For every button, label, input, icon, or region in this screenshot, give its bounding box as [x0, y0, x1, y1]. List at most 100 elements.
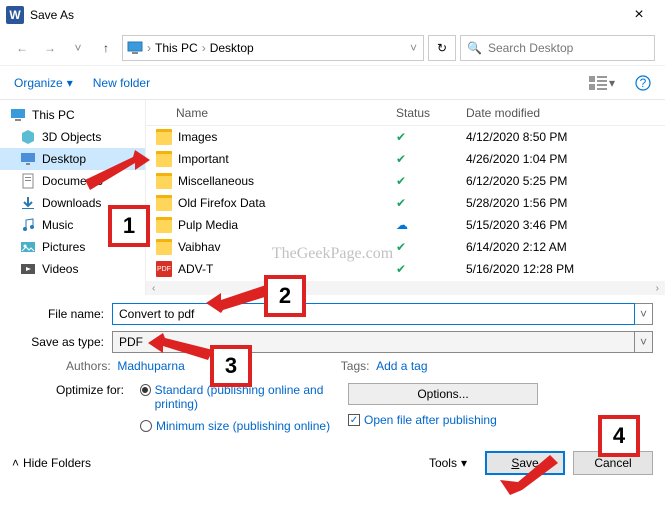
radio-standard-label: Standard (publishing online and printing… — [155, 383, 340, 411]
pc-icon — [10, 107, 26, 123]
chevron-right-icon: › — [145, 41, 153, 55]
chevron-right-icon: › — [200, 41, 208, 55]
folder-icon — [156, 151, 172, 167]
col-name[interactable]: Name — [146, 106, 396, 120]
sidebar-item-pictures[interactable]: Pictures — [0, 236, 145, 258]
sidebar-item-videos[interactable]: Videos — [0, 258, 145, 280]
folder-icon — [156, 195, 172, 211]
breadcrumb[interactable]: › This PC › Desktop ˅ — [122, 35, 424, 61]
open-after-label: Open file after publishing — [364, 413, 497, 427]
tags-value[interactable]: Add a tag — [376, 359, 427, 373]
back-button[interactable]: ← — [10, 36, 34, 60]
new-folder-button[interactable]: New folder — [93, 76, 150, 90]
radio-standard[interactable]: Standard (publishing online and printing… — [140, 383, 340, 411]
file-name-dropdown[interactable]: ˅ — [635, 303, 653, 325]
sidebar: This PC 3D Objects Desktop Documents Dow… — [0, 100, 145, 295]
col-date[interactable]: Date modified — [466, 106, 665, 120]
scroll-indicator[interactable]: ‹ › — [146, 281, 665, 295]
search-input[interactable]: 🔍 Search Desktop — [460, 35, 655, 61]
sidebar-item-music[interactable]: Music — [0, 214, 145, 236]
content-area: This PC 3D Objects Desktop Documents Dow… — [0, 100, 665, 295]
file-date: 4/12/2020 8:50 PM — [466, 130, 665, 144]
sidebar-item-label: Documents — [42, 174, 103, 188]
footer: ˄ Hide Folders Tools ▾ Save Cancel — [0, 443, 665, 483]
sidebar-item-label: 3D Objects — [42, 130, 101, 144]
tags-label: Tags: — [341, 359, 370, 373]
checkbox-icon: ✓ — [348, 414, 360, 426]
svg-text:?: ? — [640, 76, 647, 90]
radio-minimum[interactable]: Minimum size (publishing online) — [140, 419, 340, 433]
file-row[interactable]: PDFADV-T✔5/16/2020 12:28 PM — [146, 258, 665, 280]
file-name: Miscellaneous — [178, 174, 254, 188]
sidebar-item-desktop[interactable]: Desktop — [0, 148, 145, 170]
file-row[interactable]: Important✔4/26/2020 1:04 PM — [146, 148, 665, 170]
file-name: Images — [178, 130, 217, 144]
radio-icon — [140, 384, 151, 396]
pictures-icon — [20, 239, 36, 255]
sidebar-item-documents[interactable]: Documents — [0, 170, 145, 192]
optimize-label: Optimize for: — [52, 383, 132, 433]
breadcrumb-root[interactable]: This PC — [155, 41, 198, 55]
cancel-button[interactable]: Cancel — [573, 451, 653, 475]
sidebar-item-3d-objects[interactable]: 3D Objects — [0, 126, 145, 148]
file-row[interactable]: Miscellaneous✔6/12/2020 5:25 PM — [146, 170, 665, 192]
chevron-up-icon: ˄ — [12, 456, 19, 470]
save-type-dropdown[interactable]: ˅ — [635, 331, 653, 353]
sidebar-item-label: Music — [42, 218, 73, 232]
open-after-checkbox[interactable]: ✓ Open file after publishing — [348, 413, 653, 427]
organize-menu[interactable]: Organize ▾ — [14, 76, 73, 90]
save-type-input[interactable] — [112, 331, 635, 353]
save-type-label: Save as type: — [14, 335, 112, 349]
sidebar-item-label: Videos — [42, 262, 78, 276]
close-icon[interactable]: × — [619, 6, 659, 24]
tools-menu[interactable]: Tools ▾ — [429, 456, 467, 470]
file-row[interactable]: Images✔4/12/2020 8:50 PM — [146, 126, 665, 148]
hide-folders-label: Hide Folders — [23, 456, 91, 470]
pc-icon — [127, 40, 143, 56]
sidebar-item-label: Pictures — [42, 240, 85, 254]
col-status[interactable]: Status — [396, 106, 466, 120]
view-mode-button[interactable]: ▾ — [589, 76, 615, 90]
hide-folders-button[interactable]: ˄ Hide Folders — [12, 456, 91, 470]
folder-icon — [156, 217, 172, 233]
download-icon — [20, 195, 36, 211]
folder-icon — [156, 129, 172, 145]
breadcrumb-folder[interactable]: Desktop — [210, 41, 254, 55]
check-icon: ✔ — [396, 196, 406, 210]
forward-button: → — [38, 36, 62, 60]
options-button[interactable]: Options... — [348, 383, 538, 405]
file-date: 5/15/2020 3:46 PM — [466, 218, 665, 232]
authors-value[interactable]: Madhuparna — [117, 359, 184, 373]
help-button[interactable]: ? — [635, 75, 651, 91]
save-button[interactable]: Save — [485, 451, 565, 475]
sidebar-item-label: Desktop — [42, 152, 86, 166]
check-icon: ✔ — [396, 240, 406, 254]
file-name: Old Firefox Data — [178, 196, 265, 210]
radio-minimum-label: Minimum size (publishing online) — [156, 419, 330, 433]
sidebar-root[interactable]: This PC — [0, 104, 145, 126]
file-date: 4/26/2020 1:04 PM — [466, 152, 665, 166]
file-name-label: File name: — [14, 307, 112, 321]
videos-icon — [20, 261, 36, 277]
file-name: Important — [178, 152, 229, 166]
file-name: Vaibhav — [178, 240, 220, 254]
folder-icon — [156, 239, 172, 255]
file-date: 5/28/2020 1:56 PM — [466, 196, 665, 210]
file-row[interactable]: Vaibhav✔6/14/2020 2:12 AM — [146, 236, 665, 258]
chevron-down-icon: ▾ — [67, 76, 73, 90]
chevron-down-icon[interactable]: ˅ — [408, 41, 419, 55]
sidebar-item-downloads[interactable]: Downloads — [0, 192, 145, 214]
authors-label: Authors: — [66, 359, 111, 373]
pdf-icon: PDF — [156, 261, 172, 277]
file-name-input[interactable] — [112, 303, 635, 325]
file-row[interactable]: Pulp Media☁5/15/2020 3:46 PM — [146, 214, 665, 236]
music-icon — [20, 217, 36, 233]
word-icon: W — [6, 6, 24, 24]
sidebar-root-label: This PC — [32, 108, 75, 122]
file-row[interactable]: Old Firefox Data ✔ 5/28/2020 1:56 PM — [146, 192, 665, 214]
recent-dropdown[interactable]: ˅ — [66, 36, 90, 60]
folder-icon — [156, 173, 172, 189]
refresh-button[interactable]: ↻ — [428, 35, 456, 61]
up-button[interactable]: ↑ — [94, 36, 118, 60]
window-title: Save As — [30, 8, 619, 22]
